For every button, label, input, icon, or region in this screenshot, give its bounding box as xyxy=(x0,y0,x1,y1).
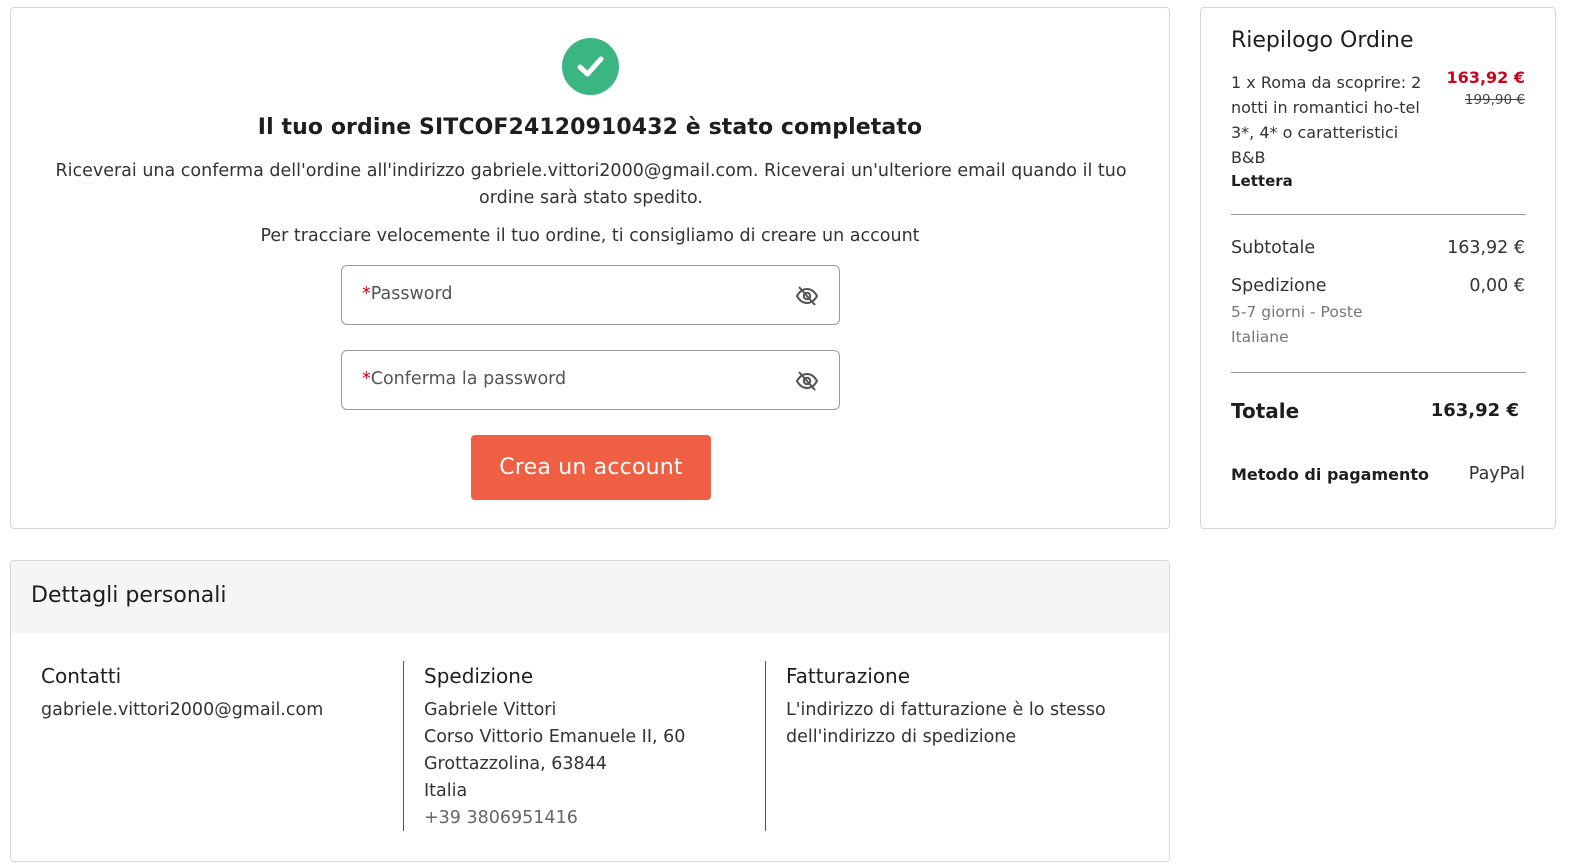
item-variant: Lettera xyxy=(1231,172,1293,190)
summary-title: Riepilogo Ordine xyxy=(1231,28,1414,53)
payment-method-label: Metodo di pagamento xyxy=(1231,465,1429,484)
shipping-city: Grottazzolina, 63844 xyxy=(424,754,607,774)
total-label: Totale xyxy=(1231,399,1300,423)
item-old-price: 199,90 € xyxy=(1464,92,1525,108)
subtotal-value: 163,92 € xyxy=(1447,238,1525,258)
billing-text: L'indirizzo di fatturazione è lo stesso … xyxy=(786,700,1106,747)
required-mark: * xyxy=(362,284,371,304)
shipping-label: Spedizione xyxy=(1231,276,1327,296)
check-icon xyxy=(562,38,619,95)
confirm-password-field[interactable]: *Conferma la password xyxy=(341,350,840,410)
item-description: 1 x Roma da scoprire: 2 notti in romanti… xyxy=(1231,73,1422,167)
order-summary-card: Riepilogo Ordine 1 x Roma da scoprire: 2… xyxy=(1200,7,1556,529)
order-confirmation-card: Il tuo ordine SITCOF24120910432 è stato … xyxy=(10,7,1170,529)
account-advice-text: Per tracciare velocemente il tuo ordine,… xyxy=(260,226,920,246)
personal-details-card: Dettagli personali Contatti gabriele.vit… xyxy=(10,560,1170,862)
shipping-country: Italia xyxy=(424,781,468,801)
order-completed-title: Il tuo ordine SITCOF24120910432 è stato … xyxy=(257,115,923,140)
contacts-email: gabriele.vittori2000@gmail.com xyxy=(41,700,324,720)
shipping-value: 0,00 € xyxy=(1469,276,1525,296)
password-field[interactable]: *Password xyxy=(341,265,840,325)
divider xyxy=(1231,214,1526,215)
column-divider xyxy=(403,661,404,831)
create-account-button[interactable]: Crea un account xyxy=(471,435,711,500)
payment-method-value: PayPal xyxy=(1468,464,1525,484)
personal-details-header: Dettagli personali xyxy=(11,561,1169,633)
eye-off-icon[interactable] xyxy=(795,284,819,308)
subtotal-label: Subtotale xyxy=(1231,238,1316,258)
item-price: 163,92 € xyxy=(1446,68,1525,87)
total-value: 163,92 € xyxy=(1430,400,1519,421)
billing-title: Fatturazione xyxy=(786,664,911,688)
shipping-phone: +39 3806951416 xyxy=(424,808,578,828)
shipping-address: Gabriele Vittori Corso Vittorio Emanuele… xyxy=(424,697,685,832)
divider xyxy=(1231,372,1526,373)
contacts-title: Contatti xyxy=(41,664,122,688)
shipping-title: Spedizione xyxy=(424,664,534,688)
shipping-name: Gabriele Vittori xyxy=(424,700,557,720)
confirmation-message: Riceverai una conferma dell'ordine all'i… xyxy=(55,161,1127,208)
column-divider xyxy=(765,661,766,831)
password-placeholder: *Password xyxy=(362,284,453,304)
required-mark: * xyxy=(362,369,371,389)
confirm-password-placeholder: *Conferma la password xyxy=(362,369,567,389)
shipping-street: Corso Vittorio Emanuele II, 60 xyxy=(424,727,686,747)
eye-off-icon[interactable] xyxy=(795,369,819,393)
shipping-note: 5-7 giorni - Poste Italiane xyxy=(1231,303,1363,346)
personal-details-title: Dettagli personali xyxy=(31,583,227,608)
